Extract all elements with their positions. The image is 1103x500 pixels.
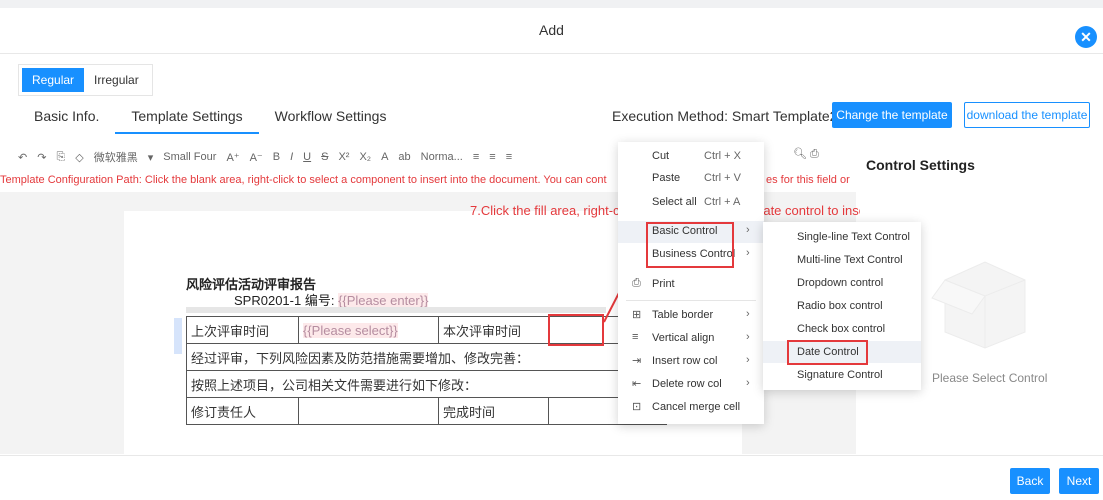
toolbar-tail: 🔍︎ ⎙	[793, 147, 819, 161]
superscript-icon[interactable]: X²	[338, 151, 349, 163]
download-template-button[interactable]: download the template	[964, 102, 1090, 128]
menu-item-insert-row-col[interactable]: ⇥ Insert row col ›	[618, 351, 764, 373]
table-cell[interactable]: 按照上述项目，公司相关文件需要进行如下修改：	[186, 370, 667, 398]
menu-item-vertical-align[interactable]: ≡ Vertical align ›	[618, 328, 764, 350]
mode-regular-button[interactable]: Regular	[22, 68, 85, 92]
back-button[interactable]: Back	[1010, 468, 1050, 494]
mode-irregular-button[interactable]: Irregular	[84, 68, 149, 92]
chevron-right-icon: ›	[746, 308, 750, 320]
menu-item-print[interactable]: ⎙ Print	[618, 274, 764, 296]
chevron-right-icon: ›	[746, 377, 750, 389]
empty-state-label: Please Select Control	[932, 371, 1048, 385]
modal: Add ✕ Regular Irregular Basic Info. Temp…	[0, 0, 1103, 500]
control-settings-title: Control Settings	[866, 157, 975, 173]
tab-bar: Basic Info. Template Settings Workflow S…	[18, 100, 402, 134]
tab-template-settings[interactable]: Template Settings	[115, 100, 259, 134]
paint-format-icon[interactable]: ⎘	[56, 151, 65, 164]
table-row: 修订责任人 完成时间	[186, 397, 667, 425]
bold-icon[interactable]: B	[273, 151, 280, 163]
underline-icon[interactable]: U	[303, 151, 311, 163]
row-selector[interactable]	[174, 318, 182, 354]
execution-method-label: Execution Method: Smart Template2.0	[612, 108, 850, 124]
submenu-item-radio[interactable]: Radio box control	[763, 295, 921, 317]
table-cell[interactable]: 完成时间	[438, 397, 549, 425]
modal-header: Add	[0, 8, 1103, 54]
decrease-font-icon[interactable]: A⁻	[250, 151, 263, 164]
close-icon[interactable]: ✕	[1075, 26, 1097, 48]
align-left-icon[interactable]: ≡	[473, 151, 479, 163]
table-ruler	[186, 307, 606, 313]
menu-item-table-border[interactable]: ⊞ Table border ›	[618, 305, 764, 327]
merge-cell-icon: ⊡	[632, 401, 642, 413]
chevron-right-icon: ›	[746, 331, 750, 343]
vertical-align-icon: ≡	[632, 331, 639, 343]
increase-font-icon[interactable]: A⁺	[226, 151, 239, 164]
italic-icon[interactable]: I	[290, 151, 293, 163]
font-family-select[interactable]: 微软雅黑	[94, 149, 138, 165]
empty-box-icon	[931, 261, 1026, 349]
table-cell[interactable]: 上次评审时间	[186, 316, 299, 344]
number-placeholder[interactable]: {{Please enter}}	[338, 293, 429, 308]
table-cell[interactable]: 本次评审时间	[438, 316, 549, 344]
chevron-right-icon: ›	[746, 224, 750, 236]
change-template-button[interactable]: Change the template	[832, 102, 952, 128]
next-button[interactable]: Next	[1059, 468, 1099, 494]
chevron-right-icon: ›	[746, 354, 750, 366]
delete-row-icon: ⇤	[632, 378, 642, 390]
menu-item-cut[interactable]: Cut Ctrl + X	[618, 146, 764, 168]
highlight-icon[interactable]: ab	[398, 151, 410, 163]
top-strip	[0, 0, 1103, 8]
menu-divider	[626, 300, 756, 301]
date-control-highlight	[787, 340, 868, 365]
subscript-icon[interactable]: X₂	[359, 151, 371, 163]
insert-row-icon: ⇥	[632, 355, 642, 367]
table-cell[interactable]: 修订责任人	[186, 397, 299, 425]
context-menu: Cut Ctrl + X Paste Ctrl + V Select all C…	[618, 142, 764, 424]
eraser-icon[interactable]: ◇	[75, 151, 83, 164]
fill-area-highlight	[548, 314, 604, 346]
table-border-icon: ⊞	[632, 309, 642, 321]
tab-basic-info[interactable]: Basic Info.	[18, 100, 115, 134]
modal-footer	[0, 455, 1103, 500]
chevron-right-icon: ›	[746, 247, 750, 259]
submenu-item-checkbox[interactable]: Check box control	[763, 318, 921, 340]
table-row: 经过评审，下列风险因素及防范措施需要增加、修改完善：	[186, 343, 667, 371]
submenu-item-dropdown[interactable]: Dropdown control	[763, 272, 921, 294]
table-row: 按照上述项目，公司相关文件需要进行如下修改：	[186, 370, 667, 398]
menu-item-paste[interactable]: Paste Ctrl + V	[618, 168, 764, 190]
font-color-icon[interactable]: A	[381, 151, 388, 163]
align-center-icon[interactable]: ≡	[489, 151, 495, 163]
menu-highlight-box	[646, 222, 734, 268]
chevron-down-icon[interactable]: ▾	[148, 151, 154, 164]
modal-title: Add	[539, 22, 564, 38]
strikethrough-icon[interactable]: S	[321, 151, 328, 163]
paragraph-style-select[interactable]: Norma...	[421, 151, 463, 163]
print-icon: ⎙	[632, 277, 641, 289]
font-size-select[interactable]: Small Four	[163, 151, 216, 163]
menu-item-cancel-merge[interactable]: ⊡ Cancel merge cell	[618, 397, 764, 419]
search-icon[interactable]: 🔍︎	[793, 148, 807, 160]
table-cell[interactable]	[298, 397, 439, 425]
submenu-item-signature[interactable]: Signature Control	[763, 364, 921, 386]
table-cell[interactable]: {{Please select}}	[298, 316, 439, 344]
menu-item-select-all[interactable]: Select all Ctrl + A	[618, 192, 764, 214]
submenu-item-single-line[interactable]: Single-line Text Control	[763, 226, 921, 248]
submenu-item-multi-line[interactable]: Multi-line Text Control	[763, 249, 921, 271]
print-toolbar-icon[interactable]: ⎙	[810, 148, 819, 160]
tab-workflow-settings[interactable]: Workflow Settings	[259, 100, 403, 134]
mode-toggle: Regular Irregular	[18, 64, 153, 96]
align-right-icon[interactable]: ≡	[506, 151, 512, 163]
config-path-tail: es for this field or	[766, 174, 850, 186]
undo-icon[interactable]: ↶	[18, 151, 27, 164]
redo-icon[interactable]: ↷	[37, 151, 46, 164]
menu-item-delete-row-col[interactable]: ⇤ Delete row col ›	[618, 374, 764, 396]
table-cell[interactable]: 经过评审，下列风险因素及防范措施需要增加、修改完善：	[186, 343, 667, 371]
